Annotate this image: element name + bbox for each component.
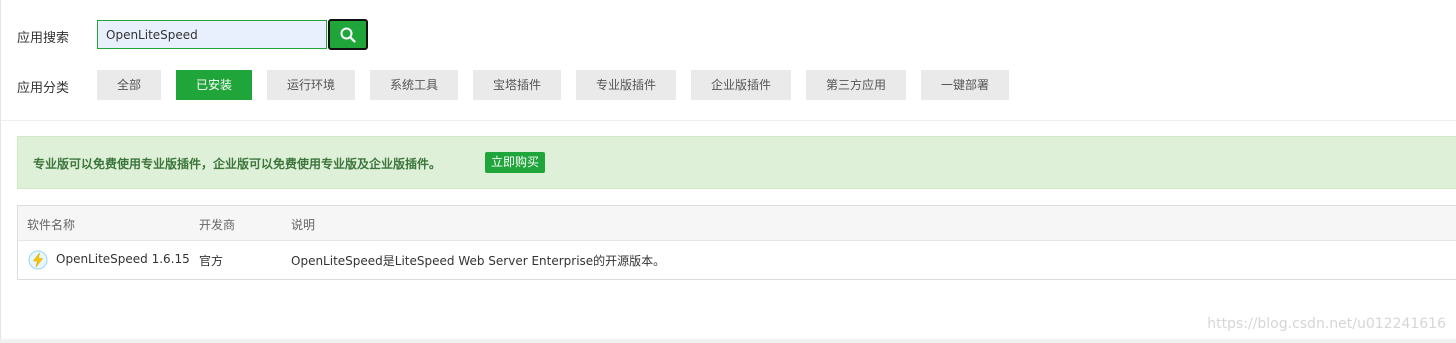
category-all[interactable]: 全部 bbox=[97, 70, 161, 100]
search-label: 应用搜索 bbox=[17, 31, 70, 46]
search-button[interactable] bbox=[328, 19, 368, 50]
promo-banner: 专业版可以免费使用专业版插件，企业版可以免费使用专业版及企业版插件。 立即购买 bbox=[17, 136, 1456, 189]
software-store-panel: 应用搜索 应用分类 全部 已安装 运行环境 系统工具 宝塔插件 专业版插件 企业… bbox=[0, 0, 1456, 339]
category-system-tools[interactable]: 系统工具 bbox=[370, 70, 458, 100]
category-one-click-deploy[interactable]: 一键部署 bbox=[921, 70, 1009, 100]
description: OpenLiteSpeed是LiteSpeed Web Server Enter… bbox=[291, 254, 666, 268]
table-header: 软件名称 开发商 说明 bbox=[18, 206, 1456, 241]
promo-text: 专业版可以免费使用专业版插件，企业版可以免费使用专业版及企业版插件。 bbox=[33, 157, 442, 171]
header-software-name: 软件名称 bbox=[27, 218, 76, 232]
watermark: https://blog.csdn.net/u012241616 bbox=[1207, 316, 1446, 332]
category-label: 应用分类 bbox=[17, 81, 70, 96]
category-installed[interactable]: 已安装 bbox=[176, 70, 252, 100]
category-bt-plugins[interactable]: 宝塔插件 bbox=[473, 70, 561, 100]
category-runtime[interactable]: 运行环境 bbox=[267, 70, 355, 100]
search-input[interactable] bbox=[97, 20, 327, 49]
header-developer: 开发商 bbox=[199, 218, 236, 232]
software-name: OpenLiteSpeed 1.6.15 bbox=[56, 252, 190, 266]
developer: 官方 bbox=[199, 254, 224, 268]
search-icon bbox=[340, 27, 356, 43]
divider bbox=[1, 120, 1456, 121]
category-third-party[interactable]: 第三方应用 bbox=[806, 70, 906, 100]
category-enterprise-plugins[interactable]: 企业版插件 bbox=[691, 70, 791, 100]
software-table: 软件名称 开发商 说明 OpenLiteSpeed 1.6.15 官方 Open… bbox=[17, 205, 1456, 280]
header-description: 说明 bbox=[291, 218, 316, 232]
category-pro-plugins[interactable]: 专业版插件 bbox=[576, 70, 676, 100]
lightning-icon bbox=[28, 250, 48, 270]
buy-now-button[interactable]: 立即购买 bbox=[485, 152, 546, 173]
